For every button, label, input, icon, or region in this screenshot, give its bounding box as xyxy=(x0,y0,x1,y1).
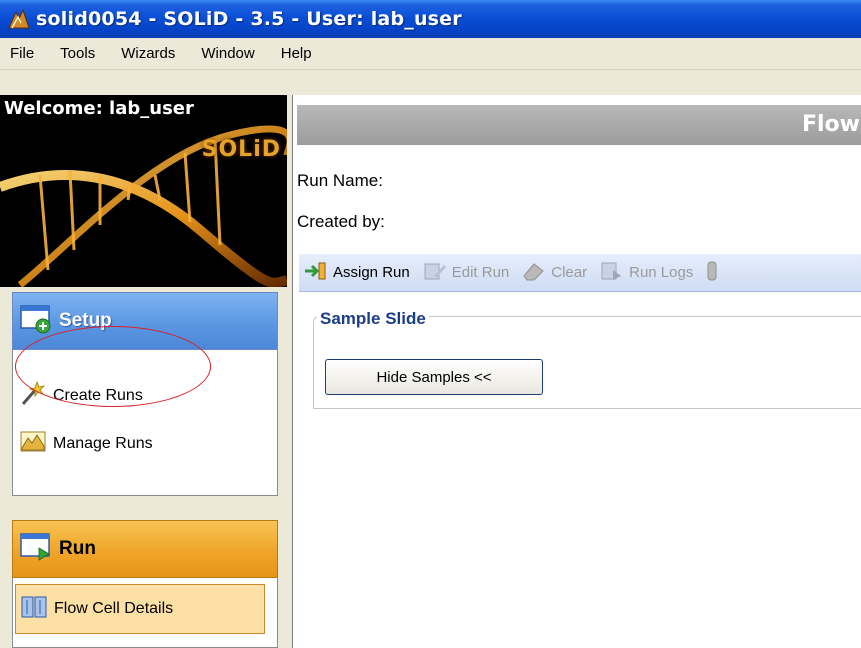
setup-window-icon xyxy=(19,304,53,339)
solid-logo: SOLiD xyxy=(201,137,281,162)
eraser-icon xyxy=(521,260,547,286)
dna-helix-image xyxy=(0,125,287,287)
assign-run-label: Assign Run xyxy=(333,264,410,281)
manage-runs-label: Manage Runs xyxy=(53,434,153,452)
run-logs-label: Run Logs xyxy=(629,264,694,281)
menu-help[interactable]: Help xyxy=(281,45,312,62)
overflow-tool-button[interactable] xyxy=(705,260,719,286)
window-title: solid0054 - SOLiD - 3.5 - User: lab_user xyxy=(36,8,462,30)
cylinder-icon xyxy=(705,260,719,286)
welcome-banner: Welcome: lab_user SOLiD xyxy=(0,95,287,287)
edit-run-label: Edit Run xyxy=(451,264,510,281)
run-task-list: Flow Cell Details xyxy=(12,578,278,648)
run-toolbar: Assign Run Edit Run Clear Run Logs xyxy=(299,254,861,292)
menu-wizards[interactable]: Wizards xyxy=(121,45,175,62)
logs-icon xyxy=(599,260,625,286)
highlight-ellipse-annotation xyxy=(15,326,211,407)
menu-file[interactable]: File xyxy=(10,45,34,62)
manage-runs-item[interactable]: Manage Runs xyxy=(19,428,153,459)
sample-slide-legend: Sample Slide xyxy=(317,309,429,329)
flow-cell-details-label: Flow Cell Details xyxy=(54,600,174,617)
welcome-text: Welcome: lab_user xyxy=(4,98,194,119)
run-window-icon xyxy=(19,532,53,567)
window-titlebar[interactable]: solid0054 - SOLiD - 3.5 - User: lab_user xyxy=(0,0,861,38)
app-logo-icon xyxy=(6,6,32,32)
clear-button[interactable]: Clear xyxy=(521,260,587,286)
run-name-label: Run Name: xyxy=(297,171,383,190)
run-title: Run xyxy=(59,538,96,559)
flow-header-bar: Flow xyxy=(297,105,861,145)
run-section-header[interactable]: Run xyxy=(12,520,278,578)
flow-header-title: Flow xyxy=(801,112,860,137)
edit-icon xyxy=(422,260,448,286)
menu-bar: File Tools Wizards Window Help xyxy=(0,38,861,70)
mountain-chart-icon xyxy=(19,428,47,459)
flow-cell-details-item[interactable]: Flow Cell Details xyxy=(15,584,265,634)
run-logs-button[interactable]: Run Logs xyxy=(599,260,693,286)
clear-label: Clear xyxy=(551,264,588,281)
assign-arrow-icon xyxy=(303,260,329,286)
hide-samples-button[interactable]: Hide Samples << xyxy=(325,359,543,395)
flow-cell-icon xyxy=(20,594,48,625)
assign-run-button[interactable]: Assign Run xyxy=(303,260,410,286)
menu-window[interactable]: Window xyxy=(201,45,254,62)
main-panel: Flow Run Name: Created by: Assign Run Ed… xyxy=(288,95,861,648)
edit-run-button[interactable]: Edit Run xyxy=(422,260,510,286)
created-by-label: Created by: xyxy=(297,212,385,231)
main-content: Flow Run Name: Created by: Assign Run Ed… xyxy=(292,95,861,648)
menu-tools[interactable]: Tools xyxy=(60,45,95,62)
sample-group-divider xyxy=(313,408,861,409)
